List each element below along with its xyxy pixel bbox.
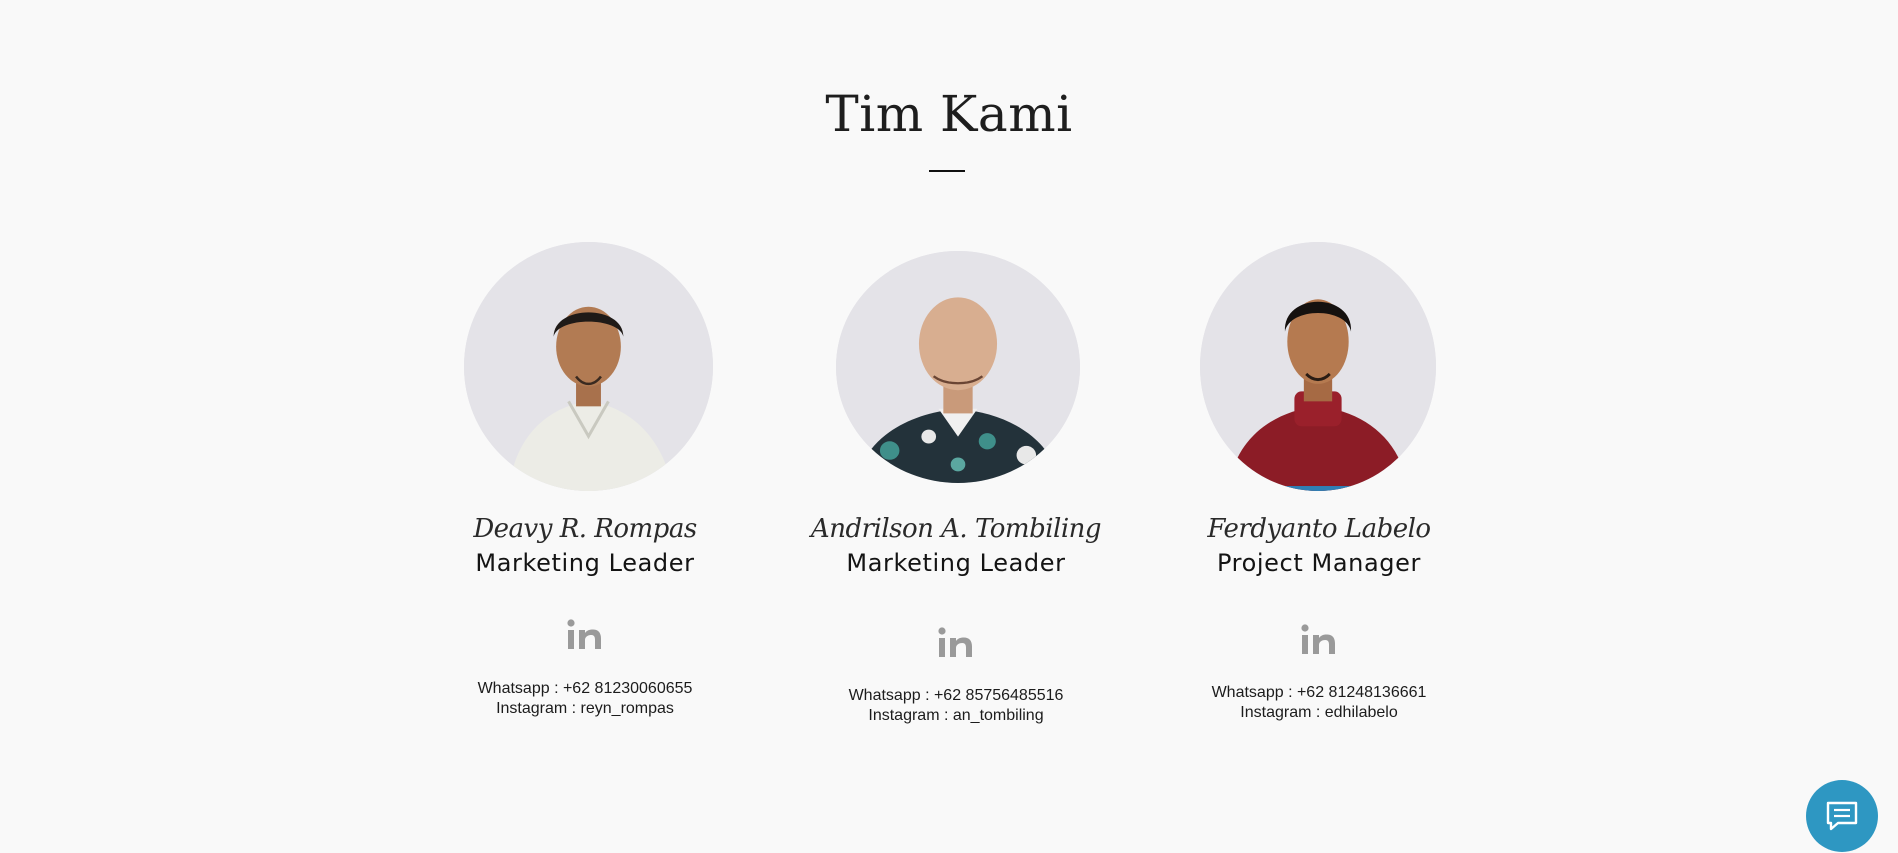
instagram-text: Instagram : edhilabelo	[1240, 704, 1398, 721]
chat-icon	[1826, 801, 1858, 831]
member-role: Marketing Leader	[475, 549, 695, 577]
team-member-card: Ferdyanto Labelo Project Manager Whatsap…	[1149, 0, 1489, 853]
member-role: Project Manager	[1217, 549, 1421, 577]
avatar	[464, 242, 713, 491]
whatsapp-text: Whatsapp : +62 81248136661	[1211, 684, 1427, 701]
linkedin-icon[interactable]	[565, 615, 605, 655]
member-name: Deavy R. Rompas	[473, 514, 697, 544]
instagram-text: Instagram : an_tombiling	[868, 707, 1044, 724]
avatar	[1200, 242, 1436, 491]
team-member-card: Deavy R. Rompas Marketing Leader Whatsap…	[415, 0, 755, 853]
linkedin-icon[interactable]	[1299, 620, 1339, 660]
member-name: Ferdyanto Labelo	[1207, 514, 1431, 544]
member-role: Marketing Leader	[846, 549, 1066, 577]
linkedin-icon[interactable]	[936, 623, 976, 663]
whatsapp-text: Whatsapp : +62 81230060655	[477, 680, 693, 697]
chat-button[interactable]	[1806, 780, 1878, 852]
avatar	[836, 251, 1080, 483]
team-member-card: Andrilson A. Tombiling Marketing Leader …	[786, 0, 1126, 853]
whatsapp-text: Whatsapp : +62 85756485516	[848, 687, 1064, 704]
member-name: Andrilson A. Tombiling	[810, 514, 1102, 544]
instagram-text: Instagram : reyn_rompas	[496, 700, 674, 717]
